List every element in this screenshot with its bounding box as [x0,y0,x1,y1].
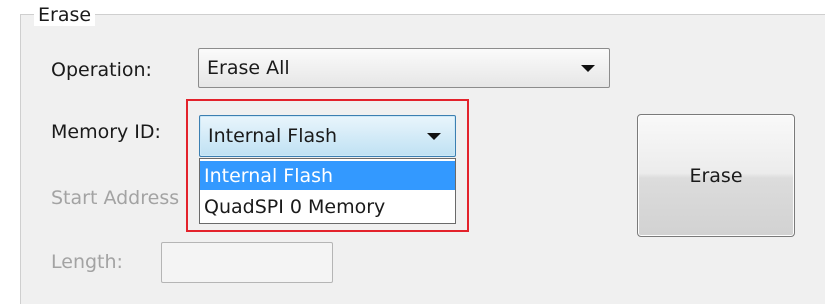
operation-select[interactable]: Erase All [198,48,610,88]
erase-group-title: Erase [34,4,96,26]
length-input[interactable] [161,242,333,283]
erase-button[interactable]: Erase [637,114,795,237]
operation-select-value: Erase All [207,57,290,79]
annotation-highlight-box [186,99,469,232]
memory-id-label: Memory ID: [51,121,161,143]
start-address-label: Start Address [51,187,180,209]
chevron-down-icon [581,65,595,72]
operation-label: Operation: [51,59,152,81]
length-label: Length: [51,251,123,273]
